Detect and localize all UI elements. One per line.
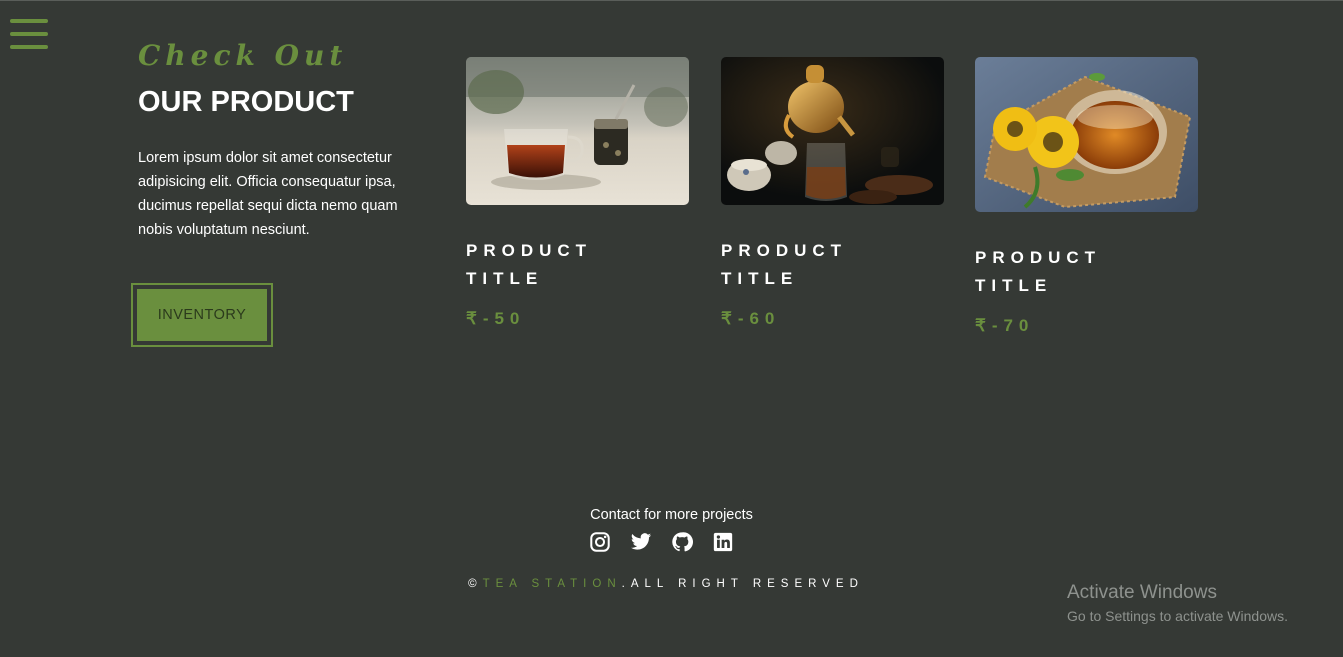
intro-section: Check Out OUR PRODUCT Lorem ipsum dolor …	[138, 37, 428, 242]
product-title-line2: TITLE	[466, 269, 544, 288]
product-title-line1: PRODUCT	[975, 248, 1102, 267]
product-price: ₹-70	[975, 316, 1035, 335]
product-title: PRODUCT TITLE	[466, 237, 689, 293]
menu-bar	[10, 32, 48, 36]
product-title-line1: PRODUCT	[466, 241, 593, 260]
product-price: ₹-50	[466, 309, 526, 328]
contact-text: Contact for more projects	[590, 507, 753, 523]
product-image-teapot[interactable]	[721, 57, 944, 205]
product-card[interactable]: PRODUCT TITLE ₹-70	[975, 57, 1198, 336]
inventory-button[interactable]: INVENTORY	[137, 289, 267, 341]
twitter-icon[interactable]	[630, 531, 652, 553]
product-title: PRODUCT TITLE	[721, 237, 944, 293]
watermark-title: Activate Windows	[1067, 582, 1217, 603]
product-price: ₹-60	[721, 309, 781, 328]
product-title-line1: PRODUCT	[721, 241, 848, 260]
product-title-line2: TITLE	[721, 269, 799, 288]
brand-name: TEA STATION	[482, 578, 622, 590]
menu-bar	[10, 45, 48, 49]
product-image-tea-flowers[interactable]	[975, 57, 1198, 212]
intro-description: Lorem ipsum dolor sit amet consectetur a…	[138, 150, 398, 238]
product-card[interactable]: PRODUCT TITLE ₹-50	[466, 57, 689, 329]
windows-activation-watermark: Activate Windows Go to Settings to activ…	[1067, 581, 1288, 627]
linkedin-icon[interactable]	[712, 531, 734, 553]
kicker-text: Check Out	[138, 39, 348, 72]
social-links	[589, 531, 734, 553]
page-title: OUR PRODUCT	[138, 86, 354, 118]
product-title: PRODUCT TITLE	[975, 244, 1198, 300]
product-image-tea-glass[interactable]	[466, 57, 689, 205]
github-icon[interactable]	[671, 531, 693, 553]
product-card[interactable]: PRODUCT TITLE ₹-60	[721, 57, 944, 329]
copyright-symbol: ©	[468, 578, 483, 590]
hamburger-menu-icon[interactable]	[10, 19, 48, 55]
inventory-button-frame: INVENTORY	[131, 283, 273, 347]
watermark-subtitle: Go to Settings to activate Windows.	[1067, 608, 1288, 624]
rights-text: .ALL RIGHT RESERVED	[621, 578, 864, 590]
instagram-icon[interactable]	[589, 531, 611, 553]
menu-bar	[10, 19, 48, 23]
product-title-line2: TITLE	[975, 276, 1053, 295]
